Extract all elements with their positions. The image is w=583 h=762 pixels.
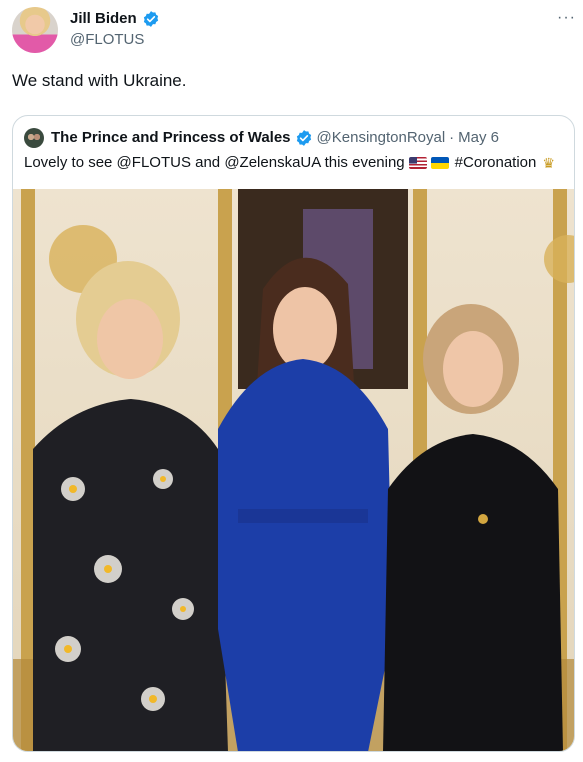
quoted-verified-badge-icon [296, 130, 311, 146]
author-name-row: Jill Biden [70, 9, 160, 29]
quoted-header: The Prince and Princess of Wales @Kensin… [24, 128, 499, 148]
tweet-text: We stand with Ukraine. [12, 71, 187, 90]
flag-united-states-icon [408, 157, 427, 169]
quoted-text: Lovely to see @FLOTUS and @ZelenskaUA th… [24, 153, 555, 173]
crown-icon: ♛ [542, 155, 555, 171]
coronation-hashtag[interactable]: #Coronation [455, 153, 537, 173]
quoted-text-main: Lovely to see @FLOTUS and @ZelenskaUA th… [24, 154, 405, 171]
author-display-name[interactable]: Jill Biden [70, 9, 137, 29]
author-handle[interactable]: @FLOTUS [70, 30, 144, 50]
author-avatar[interactable] [12, 7, 58, 53]
quoted-separator: · [449, 129, 455, 146]
tweet-card: Jill Biden @FLOTUS ··· We stand with Ukr… [0, 0, 583, 762]
quoted-date[interactable]: May 6 [458, 128, 499, 148]
quoted-photo[interactable] [13, 189, 575, 752]
quoted-avatar[interactable] [24, 128, 44, 148]
more-options-icon[interactable]: ··· [557, 10, 576, 26]
flag-ukraine-icon [430, 157, 449, 169]
quoted-display-name[interactable]: The Prince and Princess of Wales [51, 128, 291, 148]
verified-badge-icon [143, 11, 158, 27]
quoted-tweet[interactable]: The Prince and Princess of Wales @Kensin… [12, 115, 575, 752]
quoted-handle[interactable]: @KensingtonRoyal [317, 128, 446, 148]
